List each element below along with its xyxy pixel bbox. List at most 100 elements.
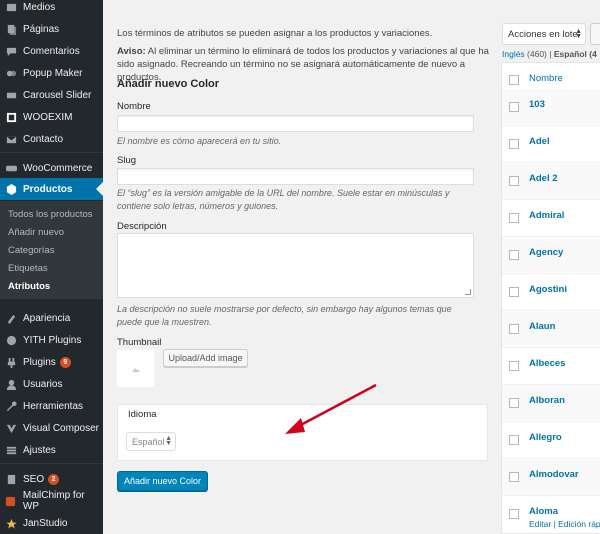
products-submenu: Todos los productos Añadir nuevo Categor… bbox=[0, 201, 103, 299]
add-new-color-button[interactable]: Añadir nuevo Color bbox=[117, 471, 208, 491]
active-arrow bbox=[96, 182, 103, 196]
form-title: Añadir nuevo Color bbox=[117, 78, 220, 90]
tools-icon bbox=[5, 400, 17, 412]
row-checkbox[interactable] bbox=[509, 324, 519, 334]
table-row: Adel bbox=[502, 126, 600, 163]
row-checkbox[interactable] bbox=[509, 139, 519, 149]
menu-item-carousel-slider[interactable]: Carousel Slider bbox=[0, 84, 103, 106]
menu-item-plugins[interactable]: Plugins 9 bbox=[0, 351, 103, 373]
table-row: Agostini bbox=[502, 274, 600, 311]
term-name-link[interactable]: Admiral bbox=[529, 210, 564, 221]
submenu-categorias[interactable]: Categorías bbox=[8, 245, 54, 256]
upload-image-button[interactable]: Upload/Add image bbox=[163, 349, 248, 367]
name-label: Nombre bbox=[117, 101, 151, 112]
terms-table-column: Acciones en lote ▲ ▼ Inglés (460) | Españ… bbox=[498, 0, 600, 534]
add-term-form-column: Los términos de atributos se pueden asig… bbox=[103, 0, 498, 534]
lang-link-ingles[interactable]: Inglés bbox=[502, 49, 525, 59]
name-input[interactable] bbox=[117, 115, 474, 132]
term-name-link[interactable]: Allegro bbox=[529, 432, 562, 443]
menu-item-mailchimp[interactable]: MailChimp for WP bbox=[0, 490, 103, 512]
menu-item-contacto[interactable]: Contacto bbox=[0, 128, 103, 150]
table-row: Agency bbox=[502, 237, 600, 274]
plugins-icon bbox=[5, 356, 17, 368]
table-row: Alaun bbox=[502, 311, 600, 348]
description-textarea[interactable] bbox=[117, 233, 474, 298]
row-checkbox[interactable] bbox=[509, 472, 519, 482]
term-name-link[interactable]: Aloma bbox=[529, 506, 558, 517]
menu-item-herramientas[interactable]: Herramientas bbox=[0, 395, 103, 417]
menu-item-wooexim[interactable]: WOOEXIM bbox=[0, 106, 103, 128]
slug-input[interactable] bbox=[117, 168, 474, 185]
row-checkbox[interactable] bbox=[509, 176, 519, 186]
menu-item-apariencia[interactable]: Apariencia bbox=[0, 307, 103, 329]
media-icon bbox=[5, 1, 17, 13]
row-checkbox[interactable] bbox=[509, 361, 519, 371]
products-icon bbox=[5, 183, 17, 195]
menu-item-woocommerce[interactable]: WooCommerce bbox=[0, 157, 103, 179]
term-name-link[interactable]: Adel bbox=[529, 136, 550, 147]
row-checkbox[interactable] bbox=[509, 213, 519, 223]
menu-item-seo[interactable]: SEO 2 bbox=[0, 468, 103, 490]
submenu-atributos[interactable]: Atributos bbox=[8, 281, 50, 292]
row-checkbox[interactable] bbox=[509, 398, 519, 408]
term-name-link[interactable]: Albeces bbox=[529, 358, 565, 369]
menu-item-medios[interactable]: Medios bbox=[0, 0, 103, 18]
terms-table: Nombre 103 Adel Adel 2 Admiral Agency Ag… bbox=[501, 62, 600, 534]
vc-icon bbox=[5, 422, 17, 434]
slug-help: El “slug” es la versión amigable de la U… bbox=[117, 188, 450, 211]
menu-item-comentarios[interactable]: Comentarios bbox=[0, 40, 103, 62]
pages-icon bbox=[5, 23, 17, 35]
comments-icon bbox=[5, 45, 17, 57]
term-name-link[interactable]: Adel 2 bbox=[529, 173, 558, 184]
apply-button[interactable] bbox=[590, 23, 600, 45]
thumbnail-preview bbox=[117, 350, 154, 387]
table-row: Aloma Editar | Edición ráp bbox=[502, 496, 600, 534]
resize-grip-icon[interactable] bbox=[465, 289, 471, 295]
table-row: Allegro bbox=[502, 422, 600, 459]
menu-item-yith-plugins[interactable]: YITH Plugins bbox=[0, 329, 103, 351]
row-checkbox[interactable] bbox=[509, 250, 519, 260]
term-name-link[interactable]: Almodovar bbox=[529, 469, 579, 480]
select-arrows-icon: ▲ ▼ bbox=[575, 28, 582, 40]
description-label: Descripción bbox=[117, 221, 167, 232]
plugins-update-badge: 9 bbox=[59, 356, 71, 368]
table-row: Admiral bbox=[502, 200, 600, 237]
row-checkbox[interactable] bbox=[509, 435, 519, 445]
row-checkbox[interactable] bbox=[509, 287, 519, 297]
woocommerce-icon bbox=[5, 162, 17, 174]
menu-item-productos[interactable]: Productos bbox=[0, 178, 103, 200]
term-name-link[interactable]: Alboran bbox=[529, 395, 565, 406]
menu-item-usuarios[interactable]: Usuarios bbox=[0, 373, 103, 395]
seo-icon bbox=[5, 473, 17, 485]
menu-item-popup-maker[interactable]: Popup Maker bbox=[0, 62, 103, 84]
submenu-anadir-nuevo[interactable]: Añadir nuevo bbox=[8, 227, 64, 238]
term-name-link[interactable]: Alaun bbox=[529, 321, 555, 332]
name-help: El nombre es cómo aparecerá en tu sitio. bbox=[117, 136, 282, 146]
menu-item-visual-composer[interactable]: Visual Composer bbox=[0, 417, 103, 439]
menu-item-janstudio[interactable]: JanStudio bbox=[0, 512, 103, 534]
submenu-todos-productos[interactable]: Todos los productos bbox=[8, 209, 93, 220]
term-name-link[interactable]: 103 bbox=[529, 99, 545, 110]
lang-link-espanol[interactable]: Español (4 bbox=[554, 49, 597, 59]
row-checkbox[interactable] bbox=[509, 509, 519, 519]
row-checkbox[interactable] bbox=[509, 102, 519, 112]
janstudio-icon bbox=[5, 517, 17, 529]
seo-notification-badge: 2 bbox=[48, 473, 60, 485]
select-all-checkbox[interactable] bbox=[509, 75, 519, 85]
menu-item-ajustes[interactable]: Ajustes bbox=[0, 439, 103, 461]
submenu-etiquetas[interactable]: Etiquetas bbox=[8, 263, 48, 274]
column-header-nombre[interactable]: Nombre bbox=[529, 73, 563, 84]
thumbnail-label: Thumbnail bbox=[117, 337, 162, 348]
placeholder-image-icon bbox=[131, 367, 140, 372]
row-actions[interactable]: Editar | Edición ráp bbox=[529, 519, 600, 529]
table-row: 103 bbox=[502, 89, 600, 126]
admin-sidebar: Medios Páginas Comentarios Popup Maker C… bbox=[0, 0, 103, 534]
term-name-link[interactable]: Agostini bbox=[529, 284, 567, 295]
mail-icon bbox=[5, 133, 17, 145]
menu-item-paginas[interactable]: Páginas bbox=[0, 18, 103, 40]
bulk-actions-select[interactable]: Acciones en lote ▲ ▼ bbox=[502, 23, 586, 45]
term-name-link[interactable]: Agency bbox=[529, 247, 563, 258]
appearance-icon bbox=[5, 312, 17, 324]
slider-icon bbox=[5, 89, 17, 101]
language-select[interactable]: Español ▲ ▼ bbox=[126, 432, 176, 451]
